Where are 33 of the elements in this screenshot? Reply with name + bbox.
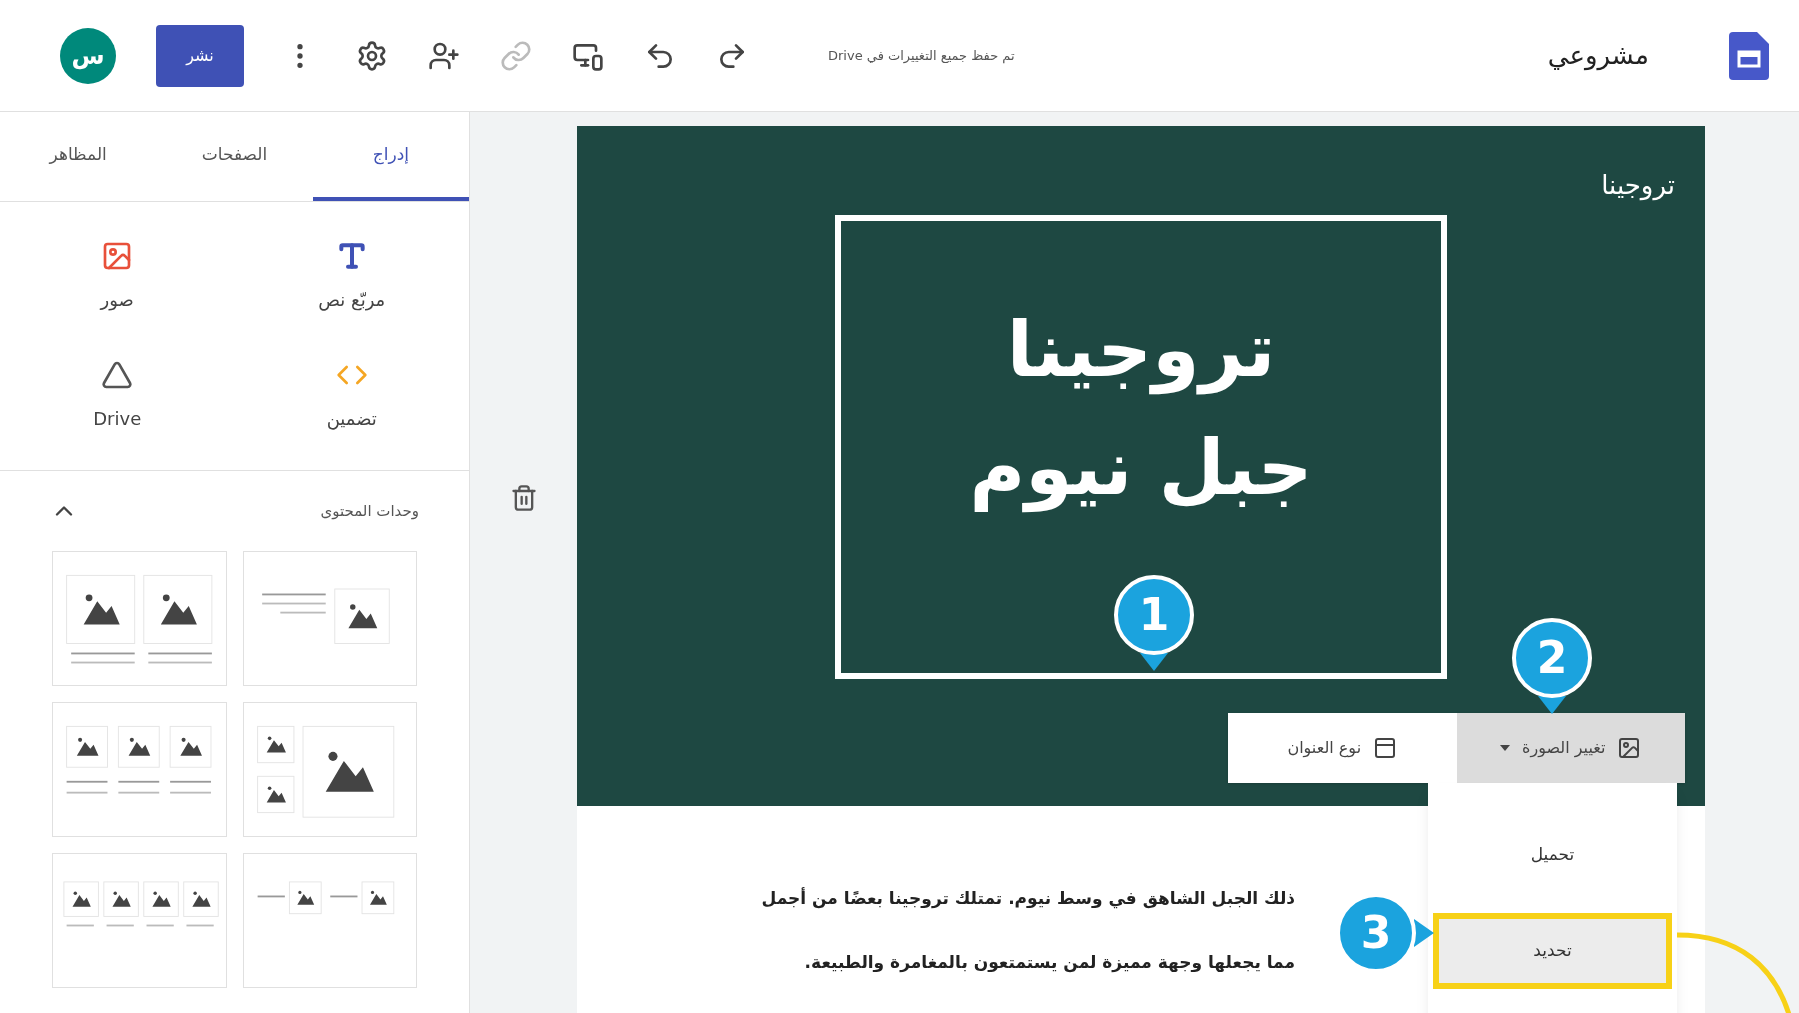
site-name: تروجينا — [1601, 169, 1675, 203]
image-toolbar-button[interactable]: نوع العنوان — [1228, 713, 1457, 783]
site-title: مشروعي — [1547, 39, 1649, 73]
body-text: مما يجعلها وجهة مميزة لمن يستمتعون بالمغامرة والطبيعة. — [804, 951, 1295, 975]
avatar[interactable]: س — [60, 27, 116, 84]
publish-button[interactable]: نشر — [156, 24, 244, 87]
menu-item[interactable]: تحديد — [1433, 913, 1672, 989]
layout-thumbnail[interactable] — [242, 702, 417, 837]
page-title: تروجينا — [1006, 304, 1276, 397]
delete-icon[interactable] — [509, 483, 538, 512]
insert-tile[interactable]: مربّع نص — [234, 232, 469, 321]
header-layout-icon — [1373, 736, 1398, 760]
section-heading: وحدات المحتوى — [320, 500, 419, 522]
layout-thumbnail[interactable] — [242, 551, 417, 686]
body-text: ذلك الجبل الشاهق في وسط نيوم. تمتلك تروجينا بعضًا من أجمل — [761, 886, 1295, 911]
layout-thumbnail[interactable] — [52, 551, 227, 686]
insert-tile[interactable]: صور — [0, 232, 235, 321]
layout-thumbnail[interactable] — [52, 853, 227, 988]
settings-icon[interactable] — [356, 39, 388, 72]
insert-tile[interactable]: تضمين — [234, 351, 469, 440]
layout-thumbnail[interactable] — [52, 702, 227, 837]
image-toolbar-button[interactable]: تغيير الصورة — [1456, 713, 1685, 783]
page-title: جبل نيوم — [969, 422, 1313, 515]
caret-icon — [1500, 745, 1511, 751]
save-status: تم حفظ جميع التغييرات في Drive — [828, 46, 1015, 66]
sites-logo-icon — [1729, 31, 1769, 80]
sidebar-tab[interactable]: الصفحات — [156, 112, 313, 201]
image-icon — [1617, 736, 1642, 760]
sidebar-tab[interactable]: المظاهر — [0, 112, 157, 201]
layout-thumbnail[interactable] — [242, 853, 417, 988]
insert-tile[interactable]: Drive — [0, 351, 235, 440]
drive-icon — [101, 359, 134, 391]
menu-item[interactable]: تحميل — [1428, 817, 1677, 893]
